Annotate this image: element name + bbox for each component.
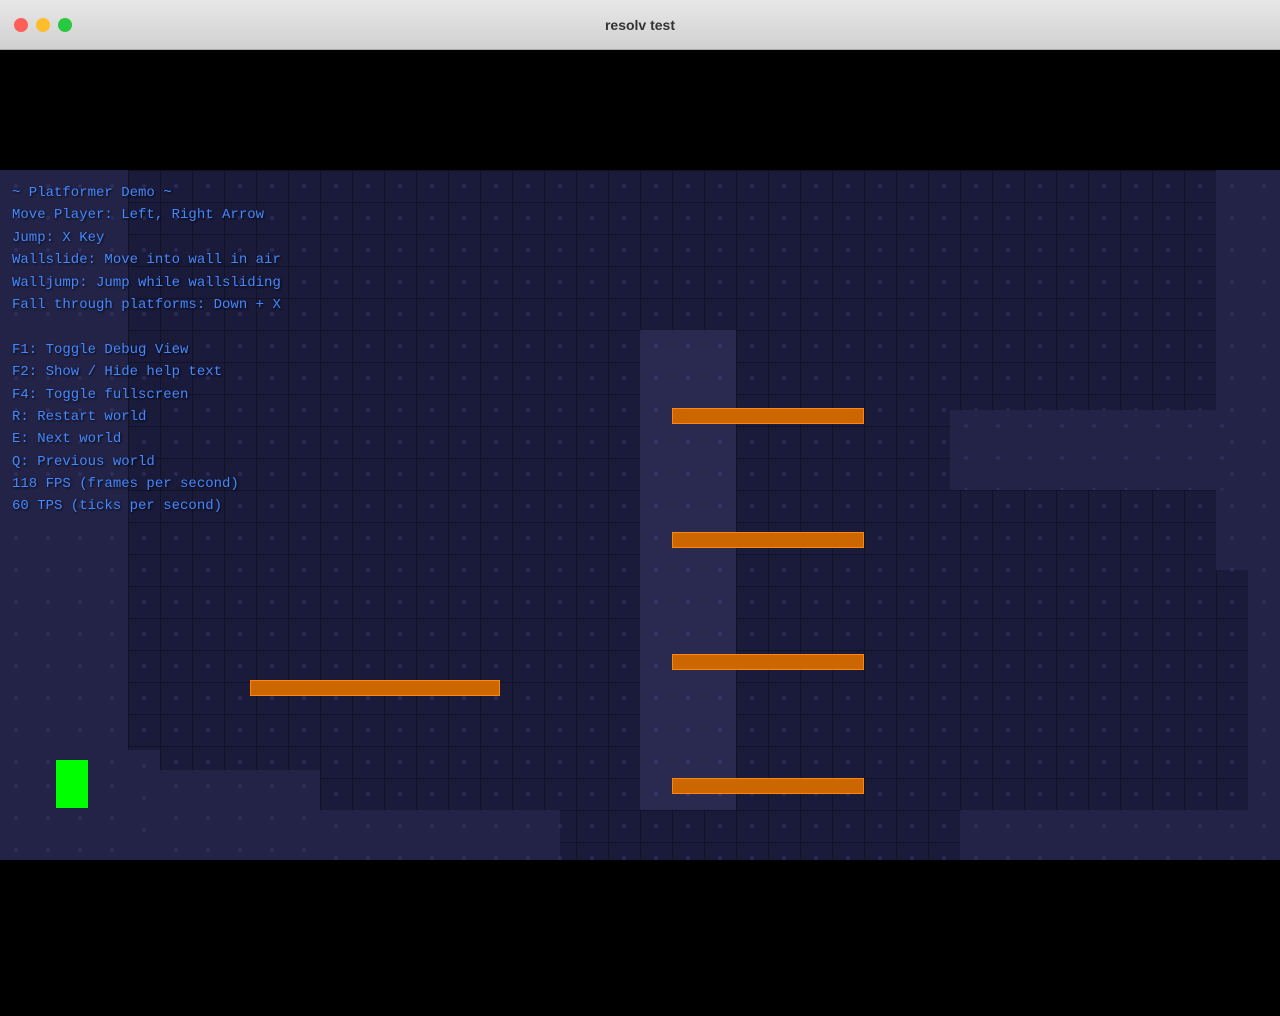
hud-line-0: ~ Platformer Demo ~ (12, 182, 281, 204)
hud-line-1: Move Player: Left, Right Arrow (12, 204, 281, 226)
orange-platform-5 (672, 778, 864, 794)
hud-line-8: F4: Toggle fullscreen (12, 384, 281, 406)
minimize-button[interactable] (36, 18, 50, 32)
hud-line-11: Q: Previous world (12, 451, 281, 473)
close-button[interactable] (14, 18, 28, 32)
hud-line-9: R: Restart world (12, 406, 281, 428)
platform-floor-mid (320, 810, 560, 860)
hud-line-2: Jump: X Key (12, 227, 281, 249)
titlebar: resolv test (0, 0, 1280, 50)
platform-floor-right (960, 810, 1280, 860)
platform-mid-wall (640, 330, 736, 810)
hud-line-10: E: Next world (12, 428, 281, 450)
maximize-button[interactable] (58, 18, 72, 32)
hud-line-3: Wallslide: Move into wall in air (12, 249, 281, 271)
player (56, 760, 88, 808)
hud-spacer (12, 316, 281, 338)
hud-line-7: F2: Show / Hide help text (12, 361, 281, 383)
window-controls (14, 18, 72, 32)
hud-tps: 60 TPS (ticks per second) (12, 495, 281, 517)
orange-platform-4 (250, 680, 500, 696)
bottom-black-bar (0, 860, 1280, 1016)
game-area[interactable]: ~ Platformer Demo ~ Move Player: Left, R… (0, 170, 1280, 860)
orange-platform-1 (672, 408, 864, 424)
platform-floor-left (0, 770, 320, 860)
hud-fps: 118 FPS (frames per second) (12, 473, 281, 495)
hud-line-4: Walljump: Jump while wallsliding (12, 272, 281, 294)
platform-inner-left (128, 750, 160, 860)
orange-platform-3 (672, 654, 864, 670)
hud-overlay: ~ Platformer Demo ~ Move Player: Left, R… (12, 182, 281, 518)
window-title: resolv test (605, 17, 675, 33)
hud-line-5: Fall through platforms: Down + X (12, 294, 281, 316)
platform-right-upper (1216, 170, 1280, 570)
top-black-bar (0, 50, 1280, 170)
platform-top-right (950, 410, 1230, 490)
hud-line-6: F1: Toggle Debug View (12, 339, 281, 361)
orange-platform-2 (672, 532, 864, 548)
